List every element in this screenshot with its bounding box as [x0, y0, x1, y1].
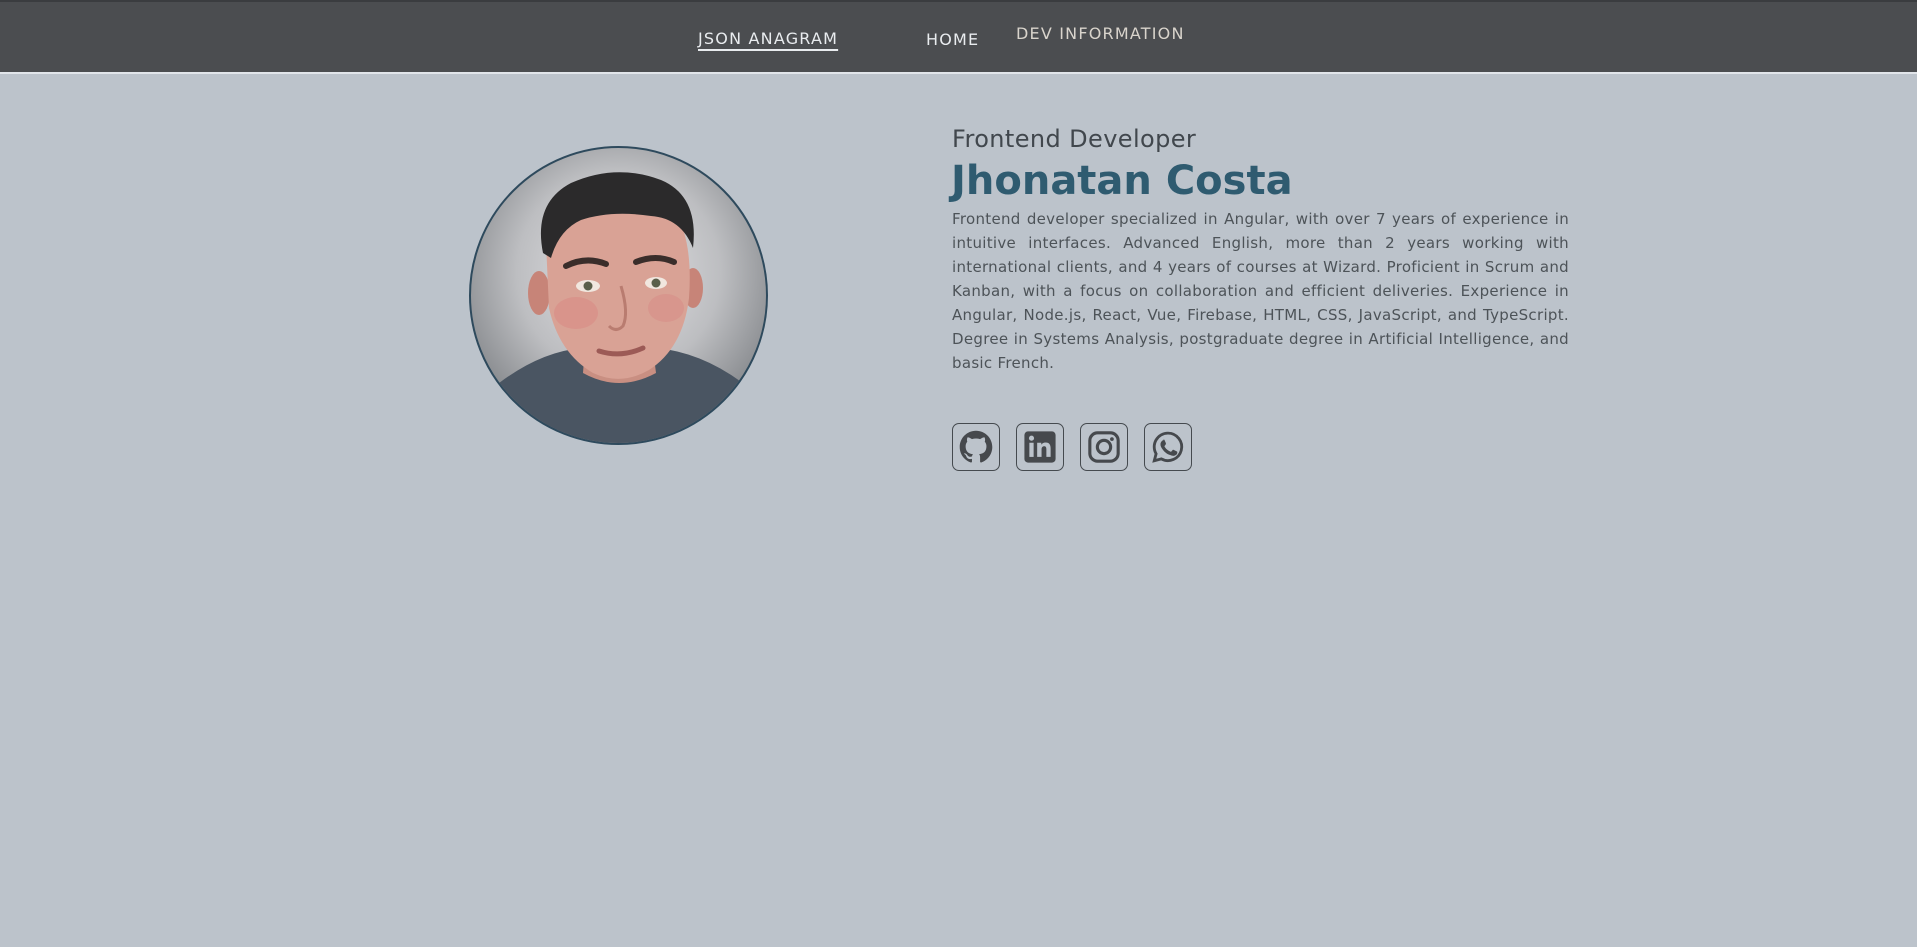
- home-link[interactable]: HOME: [926, 30, 979, 49]
- profile-role: Frontend Developer: [952, 125, 1197, 153]
- whatsapp-icon: [1152, 431, 1184, 463]
- github-button[interactable]: [952, 423, 1000, 471]
- profile-name: Jhonatan Costa: [951, 158, 1293, 204]
- dev-information-link[interactable]: DEV INFORMATION: [1016, 24, 1185, 43]
- github-icon: [959, 430, 993, 463]
- instagram-icon: [1088, 431, 1120, 463]
- social-links: [952, 423, 1192, 471]
- linkedin-icon: [1024, 431, 1056, 463]
- profile-photo: [469, 146, 768, 445]
- whatsapp-button[interactable]: [1144, 423, 1192, 471]
- linkedin-button[interactable]: [1016, 423, 1064, 471]
- instagram-button[interactable]: [1080, 423, 1128, 471]
- top-navbar: JSON ANAGRAM HOME DEV INFORMATION: [0, 0, 1917, 74]
- profile-bio: Frontend developer specialized in Angula…: [952, 210, 1569, 372]
- brand-link[interactable]: JSON ANAGRAM: [698, 29, 838, 48]
